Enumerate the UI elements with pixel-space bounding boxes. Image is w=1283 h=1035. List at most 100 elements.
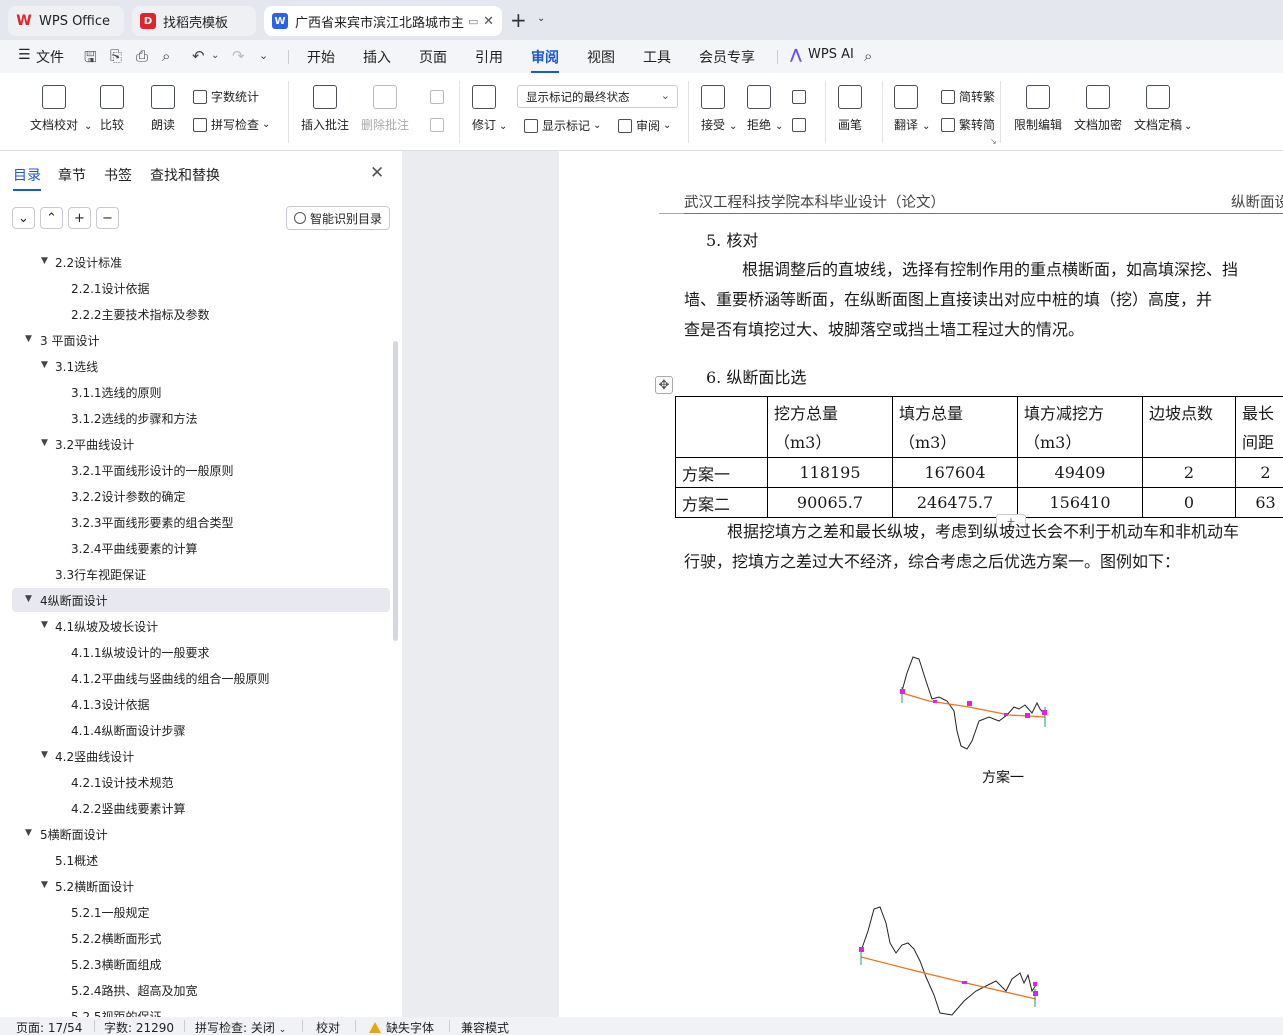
prev-change-button[interactable] bbox=[792, 90, 810, 104]
accept-button[interactable]: 接受 bbox=[701, 85, 725, 133]
menu-wps-ai[interactable]: WPS AI bbox=[808, 47, 854, 62]
track-changes-dropdown-icon[interactable]: ⌄ bbox=[499, 121, 507, 132]
finalize-dropdown-icon[interactable]: ⌄ bbox=[1184, 121, 1192, 132]
menu-membership[interactable]: 会员专享 bbox=[699, 47, 755, 67]
toc-item[interactable]: 3.2.3平面线形要素的组合类型 bbox=[12, 510, 390, 534]
delete-comment-button[interactable]: 删除批注 bbox=[361, 85, 409, 133]
word-count-indicator[interactable]: 字数: 21290 bbox=[104, 1019, 174, 1035]
reject-dropdown-icon[interactable]: ⌄ bbox=[775, 121, 783, 132]
search-icon[interactable]: ⌕ bbox=[864, 47, 872, 65]
toc-item[interactable]: ▼ 4纵断面设计 bbox=[12, 588, 390, 612]
toc-item[interactable]: ▼ 3 平面设计 bbox=[12, 328, 390, 352]
chevron-down-icon[interactable]: ⌄ bbox=[537, 13, 545, 24]
wps-ai-icon[interactable]: ⋀ bbox=[790, 47, 802, 63]
missing-font-status[interactable]: 缺失字体 bbox=[369, 1019, 434, 1035]
word-count-button[interactable]: 字数统计 bbox=[193, 88, 259, 105]
tab-wps-office[interactable]: W WPS Office bbox=[8, 6, 124, 36]
sidebar-tab-bookmarks[interactable]: 书签 bbox=[104, 165, 132, 185]
menu-view[interactable]: 视图 bbox=[587, 47, 615, 67]
toc-item[interactable]: 5.2.2横断面形式 bbox=[12, 926, 390, 950]
translate-button[interactable]: 翻译 bbox=[894, 85, 918, 133]
toc-item[interactable]: ▼ 4.1纵坡及坡长设计 bbox=[12, 614, 390, 638]
add-heading-button[interactable]: + bbox=[68, 207, 91, 229]
accept-dropdown-icon[interactable]: ⌄ bbox=[729, 121, 737, 132]
toc-item[interactable]: 4.1.4纵断面设计步骤 bbox=[12, 718, 390, 742]
menu-page[interactable]: 页面 bbox=[419, 47, 447, 67]
compare-button[interactable]: 比较 bbox=[100, 85, 124, 133]
close-icon[interactable]: ✕ bbox=[370, 163, 384, 183]
save-icon[interactable]: 🖫 bbox=[84, 47, 97, 72]
tab-current-document[interactable]: W 广西省来宾市滨江北路城市主 ▭ ✕ bbox=[264, 6, 502, 36]
toc-item[interactable]: 5.2.3横断面组成 bbox=[12, 952, 390, 976]
menu-home[interactable]: 开始 bbox=[307, 47, 335, 67]
toc-item[interactable]: 4.1.2平曲线与竖曲线的组合一般原则 bbox=[12, 666, 390, 690]
doc-check-button[interactable]: 文档校对 bbox=[30, 85, 78, 133]
next-comment-button[interactable] bbox=[430, 118, 448, 132]
expand-triangle-icon[interactable]: ▼ bbox=[41, 256, 48, 266]
toc-item[interactable]: 2.2.2主要技术指标及参数 bbox=[12, 302, 390, 326]
undo-icon[interactable]: ↶ bbox=[192, 47, 205, 65]
to-traditional-button[interactable]: 简转繁 bbox=[941, 88, 995, 105]
toc-item[interactable]: 3.2.2设计参数的确定 bbox=[12, 484, 390, 508]
doc-check-dropdown-icon[interactable]: ⌄ bbox=[84, 121, 92, 132]
insert-comment-button[interactable]: 插入批注 bbox=[301, 85, 349, 133]
more-dropdown-icon[interactable]: ⌄ bbox=[259, 49, 268, 62]
menu-review[interactable]: 审阅 bbox=[531, 47, 559, 73]
toc-item[interactable]: ▼ 3.2平曲线设计 bbox=[12, 432, 390, 456]
menu-file[interactable]: 文件 bbox=[36, 47, 64, 67]
expand-triangle-icon[interactable]: ▼ bbox=[41, 880, 48, 890]
to-simplified-button[interactable]: 繁转简 bbox=[941, 116, 995, 133]
toc-item[interactable]: 2.2.1设计依据 bbox=[12, 276, 390, 300]
print-preview-icon[interactable]: ⌕ bbox=[162, 47, 170, 65]
redo-icon[interactable]: ↷ bbox=[232, 47, 245, 65]
collapse-up-button[interactable]: ⌃ bbox=[40, 207, 63, 229]
print-icon[interactable]: ⎙ bbox=[136, 47, 148, 65]
reject-button[interactable]: 拒绝 bbox=[747, 85, 771, 133]
menu-tools[interactable]: 工具 bbox=[643, 47, 671, 67]
restrict-edit-button[interactable]: 限制编辑 bbox=[1014, 85, 1062, 133]
toc-item[interactable]: 4.2.1设计技术规范 bbox=[12, 770, 390, 794]
spell-check-button[interactable]: 拼写检查 ⌄ bbox=[193, 116, 270, 133]
expand-triangle-icon[interactable]: ▼ bbox=[41, 620, 48, 630]
toc-item[interactable]: 5.2.4路拱、超高及加宽 bbox=[12, 978, 390, 1002]
expand-corner-icon[interactable]: ↘ bbox=[990, 137, 997, 146]
export-icon[interactable]: ⎘ bbox=[110, 47, 122, 65]
expand-triangle-icon[interactable]: ▼ bbox=[25, 334, 32, 344]
table-move-icon[interactable]: ✥ bbox=[655, 376, 673, 394]
finalize-button[interactable]: 文档定稿 bbox=[1134, 85, 1182, 133]
sidebar-scrollbar[interactable] bbox=[393, 341, 398, 641]
encrypt-button[interactable]: 文档加密 bbox=[1074, 85, 1122, 133]
review-pane-button[interactable]: 审阅 ⌄ bbox=[618, 117, 671, 134]
sidebar-tab-toc[interactable]: 目录 bbox=[13, 165, 41, 191]
toc-item[interactable]: 3.1.1选线的原则 bbox=[12, 380, 390, 404]
menu-references[interactable]: 引用 bbox=[475, 47, 503, 67]
menu-insert[interactable]: 插入 bbox=[363, 47, 391, 67]
hamburger-menu-icon[interactable]: ☰ bbox=[18, 47, 31, 63]
expand-triangle-icon[interactable]: ▼ bbox=[41, 360, 48, 370]
expand-triangle-icon[interactable]: ▼ bbox=[41, 438, 48, 448]
page-indicator[interactable]: 页面: 17/54 bbox=[16, 1019, 82, 1035]
next-change-button[interactable] bbox=[792, 118, 810, 132]
close-tab-icon[interactable]: ✕ bbox=[479, 14, 494, 29]
toc-item[interactable]: 4.1.3设计依据 bbox=[12, 692, 390, 716]
toc-item[interactable]: 4.2.2竖曲线要素计算 bbox=[12, 796, 390, 820]
markup-state-select[interactable]: 显示标记的最终状态 ⌄ bbox=[517, 85, 678, 108]
toc-item[interactable]: ▼ 5横断面设计 bbox=[12, 822, 390, 846]
show-markup-button[interactable]: 显示标记 ⌄ bbox=[524, 117, 601, 134]
translate-dropdown-icon[interactable]: ⌄ bbox=[922, 121, 930, 132]
toc-item[interactable]: 5.1概述 bbox=[12, 848, 390, 872]
expand-triangle-icon[interactable]: ▼ bbox=[25, 828, 32, 838]
compat-mode-status[interactable]: 兼容模式 bbox=[461, 1019, 509, 1035]
remove-heading-button[interactable]: − bbox=[96, 207, 119, 229]
toc-item[interactable]: 3.3行车视距保证 bbox=[12, 562, 390, 586]
pen-button[interactable]: 画笔 bbox=[838, 85, 862, 133]
tab-docer-templates[interactable]: D 找稻壳模板 bbox=[132, 6, 256, 36]
toc-item[interactable]: 3.1.2选线的步骤和方法 bbox=[12, 406, 390, 430]
prev-comment-button[interactable] bbox=[430, 90, 448, 104]
track-changes-button[interactable]: 修订 bbox=[472, 85, 496, 133]
toc-item[interactable]: 3.2.1平面线形设计的一般原则 bbox=[12, 458, 390, 482]
proofread-status[interactable]: 校对 bbox=[316, 1019, 340, 1035]
read-aloud-button[interactable]: 朗读 bbox=[151, 85, 175, 133]
toc-item[interactable]: ▼ 5.2横断面设计 bbox=[12, 874, 390, 898]
expand-down-button[interactable]: ⌄ bbox=[12, 207, 35, 229]
